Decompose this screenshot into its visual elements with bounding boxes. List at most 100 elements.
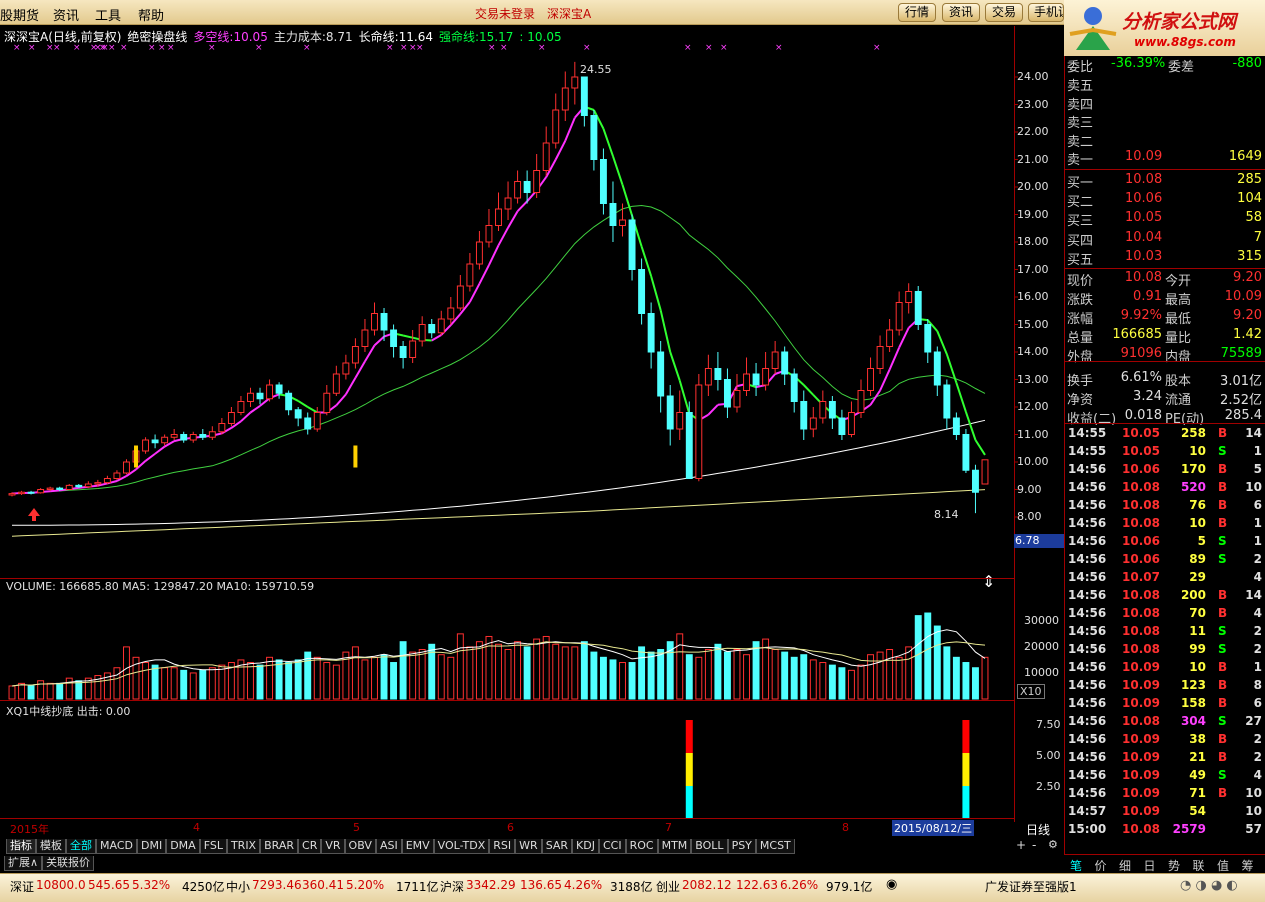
period-label[interactable]: 日线	[1026, 821, 1050, 838]
tab-vol-tdx[interactable]: VOL-TDX	[433, 839, 490, 854]
candle-body[interactable]	[18, 491, 25, 495]
candle-body[interactable]	[666, 395, 674, 430]
volume-bar[interactable]	[800, 654, 808, 700]
volume-bar[interactable]	[704, 649, 712, 700]
panel-tab[interactable]: 值	[1217, 857, 1229, 874]
volume-bar[interactable]	[981, 656, 989, 700]
candle-body[interactable]	[142, 439, 150, 452]
candle-body[interactable]	[437, 318, 445, 334]
candle-body[interactable]	[819, 401, 827, 419]
tab-boll[interactable]: BOLL	[691, 839, 728, 854]
tick-row[interactable]: 14:56 10.08 76 B 6	[1065, 497, 1265, 515]
candle-body[interactable]	[323, 392, 331, 413]
volume-bar[interactable]	[18, 682, 25, 700]
volume-bar[interactable]	[313, 656, 321, 700]
candle-body[interactable]	[790, 373, 798, 402]
candle-body[interactable]	[485, 225, 493, 243]
candle-body[interactable]	[123, 461, 130, 474]
volume-bar[interactable]	[723, 651, 731, 700]
tick-row[interactable]: 14:56 10.08 10 B 1	[1065, 515, 1265, 533]
candle-body[interactable]	[847, 412, 855, 435]
tick-row[interactable]: 14:56 10.08 304 S 27	[1065, 713, 1265, 731]
volume-chart[interactable]	[8, 612, 989, 700]
volume-bar[interactable]	[952, 656, 960, 700]
candle-body[interactable]	[647, 313, 655, 353]
tab-macd[interactable]: MACD	[96, 839, 137, 854]
volume-bar[interactable]	[151, 664, 159, 700]
tick-row[interactable]: 14:56 10.07 29 4	[1065, 569, 1265, 587]
tick-row[interactable]: 14:56 10.08 70 B 4	[1065, 605, 1265, 623]
candle-body[interactable]	[46, 487, 54, 490]
candle-body[interactable]	[762, 368, 770, 386]
volume-bar[interactable]	[208, 667, 216, 700]
volume-bar[interactable]	[590, 651, 598, 700]
candle-body[interactable]	[523, 181, 531, 193]
candle-body[interactable]	[676, 412, 684, 430]
indicator-chart[interactable]	[685, 720, 970, 819]
candle-body[interactable]	[752, 373, 760, 386]
volume-bar[interactable]	[371, 656, 378, 700]
candle-body[interactable]	[561, 87, 569, 111]
candle-body[interactable]	[27, 491, 35, 494]
candle-body[interactable]	[981, 459, 989, 485]
tab-roc[interactable]: ROC	[625, 839, 658, 854]
candle-body[interactable]	[8, 493, 16, 496]
panel-tab[interactable]: 价	[1095, 857, 1107, 874]
volume-bar[interactable]	[857, 664, 865, 700]
volume-bar[interactable]	[456, 633, 464, 700]
candle-body[interactable]	[37, 489, 45, 494]
volume-bar[interactable]	[332, 664, 340, 700]
panel-tab[interactable]: 笔	[1070, 857, 1082, 874]
tab-dmi[interactable]: DMI	[136, 839, 167, 854]
volume-bar[interactable]	[256, 664, 264, 700]
volume-bar[interactable]	[580, 641, 588, 700]
candle-body[interactable]	[943, 384, 951, 419]
candle-body[interactable]	[657, 351, 665, 397]
volume-bar[interactable]	[943, 646, 951, 700]
candle-body[interactable]	[313, 412, 321, 430]
panel-tab[interactable]: 筹	[1242, 857, 1254, 874]
volume-bar[interactable]	[876, 651, 884, 700]
candle-body[interactable]	[733, 390, 741, 408]
volume-bar[interactable]	[8, 685, 16, 700]
candle-body[interactable]	[170, 434, 178, 438]
candle-body[interactable]	[256, 392, 264, 400]
candle-body[interactable]	[828, 401, 836, 419]
tick-row[interactable]: 14:56 10.06 170 B 5	[1065, 461, 1265, 479]
volume-bar[interactable]	[933, 625, 941, 700]
tick-row[interactable]: 14:56 10.08 99 S 2	[1065, 641, 1265, 659]
volume-bar[interactable]	[523, 646, 531, 700]
zoom-in-button[interactable]: +	[1016, 838, 1026, 852]
tab-全部[interactable]: 全部	[66, 839, 96, 854]
candle-body[interactable]	[428, 324, 436, 334]
volume-bar[interactable]	[695, 656, 703, 700]
volume-bar[interactable]	[27, 685, 35, 700]
volume-bar[interactable]	[847, 669, 855, 700]
candle-body[interactable]	[294, 409, 302, 419]
candle-body[interactable]	[590, 115, 598, 160]
connection-icon[interactable]: ◉	[886, 877, 897, 892]
candle-body[interactable]	[838, 417, 846, 435]
candle-body[interactable]	[84, 483, 92, 488]
volume-bar[interactable]	[199, 669, 207, 700]
tab-cci[interactable]: CCI	[598, 839, 626, 854]
candle-body[interactable]	[351, 346, 359, 364]
candle-body[interactable]	[237, 401, 245, 413]
candle-body[interactable]	[619, 219, 626, 226]
volume-bar[interactable]	[561, 646, 569, 700]
candle-body[interactable]	[275, 384, 283, 394]
volume-bar[interactable]	[828, 664, 836, 700]
volume-bar[interactable]	[75, 680, 83, 700]
tick-row[interactable]: 14:56 10.06 5 S 1	[1065, 533, 1265, 551]
candle-body[interactable]	[94, 482, 102, 485]
candle-body[interactable]	[972, 469, 979, 493]
volume-bar[interactable]	[962, 662, 970, 700]
volume-bar[interactable]	[361, 659, 369, 700]
volume-bar[interactable]	[743, 654, 750, 700]
volume-bar[interactable]	[475, 641, 483, 700]
volume-bar[interactable]	[247, 662, 254, 700]
panel-tab[interactable]: 细	[1119, 857, 1131, 874]
candle-body[interactable]	[227, 412, 235, 424]
candle-body[interactable]	[599, 159, 607, 204]
chart-canvas[interactable]: × × × × × ×××× × × × × × × × × × × × × × × × × × × × × ×	[0, 0, 1064, 838]
